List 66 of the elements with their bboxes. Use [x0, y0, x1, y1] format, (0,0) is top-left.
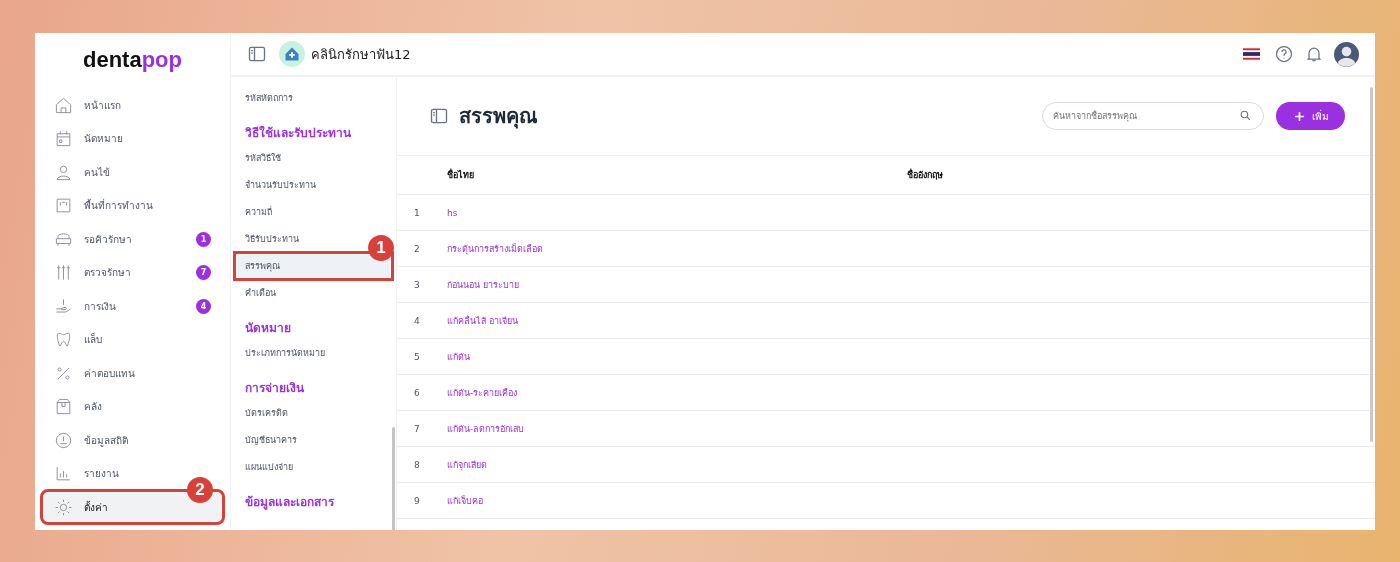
clinic-house-icon	[279, 41, 305, 67]
settings-menu-item[interactable]: คำเตือน	[237, 282, 284, 304]
section-heading: ข้อมูลและเอกสาร	[244, 494, 336, 512]
scrollbar[interactable]	[1370, 87, 1373, 442]
sidebar-item[interactable]: พื้นที่การทำงาน	[44, 191, 163, 220]
table-cell[interactable]: แก้ดัน-ระคายเคือง	[447, 385, 518, 400]
sidebar-item[interactable]: แล็บ	[44, 325, 112, 354]
table-cell[interactable]: แก้ดัน-ลดการอักเสบ	[447, 421, 525, 436]
section-heading: วิธีใช้และรับประทาน	[244, 124, 352, 142]
settings-menu-item[interactable]: บัตรเครดิต	[237, 402, 296, 424]
table-cell[interactable]: แก้คลื่นไส้ อาเจียน	[447, 313, 518, 328]
table-cell[interactable]: แก้จุกเสียด	[447, 457, 487, 472]
step-marker: 1	[368, 235, 394, 261]
sidebar-item[interactable]: คนไข้	[44, 158, 120, 186]
add-button[interactable]: เพิ่ม	[1276, 102, 1345, 130]
plus-icon	[1294, 110, 1305, 122]
row-number: 9	[413, 495, 421, 506]
settings-menu-item[interactable]: รหัสหัตถการ	[237, 87, 301, 109]
count-badge: 7	[196, 265, 211, 280]
help-icon[interactable]	[1274, 44, 1294, 64]
column-header: ชื่อไทย	[447, 168, 475, 182]
row-number: 2	[413, 243, 421, 254]
sidebar-item[interactable]: รายงาน	[44, 459, 129, 488]
table-cell[interactable]: แก้เจ็บคอ	[447, 493, 483, 508]
table-cell[interactable]: แก้ดัน	[447, 349, 470, 364]
count-badge: 1	[196, 231, 211, 247]
settings-menu-item[interactable]: ประเภทการนัดหมาย	[237, 342, 333, 364]
avatar-icon[interactable]	[1334, 41, 1359, 67]
sidebar-toggle-icon[interactable]	[247, 44, 267, 64]
sidebar-item[interactable]: คลัง	[44, 392, 112, 421]
section-heading: การจ่ายเงิน	[244, 380, 305, 397]
logo: dentapop	[82, 46, 183, 74]
row-number: 3	[413, 279, 421, 290]
sidebar-item[interactable]: ข้อมูลสถิติ	[44, 426, 138, 454]
settings-menu-item[interactable]: บัญชีธนาคาร	[237, 429, 305, 451]
row-number: 1	[413, 207, 421, 218]
sidebar-item[interactable]: นัดหมาย	[44, 124, 133, 153]
row-number: 8	[413, 459, 421, 470]
table-cell[interactable]: กระตุ้นการสร้างเม็ดเลือด	[447, 241, 543, 256]
settings-menu-item[interactable]: จำนวนรับประทาน	[237, 174, 324, 196]
sidebar-item[interactable]: รอคิวรักษา 1	[44, 225, 221, 253]
panel-icon	[429, 106, 449, 126]
settings-menu-item[interactable]: วิธีรับประทาน	[237, 228, 307, 250]
page-title: สรรพคุณ	[459, 103, 538, 131]
settings-menu-item[interactable]: ความถี่	[237, 201, 280, 223]
clinic-name[interactable]: คลินิกรักษาฟัน12	[311, 43, 411, 65]
section-heading: นัดหมาย	[244, 320, 292, 337]
table-cell[interactable]: ก่อนนอน ยาระบาย	[447, 277, 519, 292]
search-field[interactable]: ค้นหาจากชื่อสรรพคุณ	[1042, 102, 1264, 130]
row-number: 7	[413, 423, 421, 434]
sidebar-item[interactable]: ตรวจรักษา 7	[44, 258, 221, 287]
row-number: 6	[413, 387, 421, 398]
settings-menu-item[interactable]: รหัสวิธีใช้	[237, 147, 289, 169]
table-cell[interactable]: hs	[447, 207, 458, 218]
step-marker: 2	[187, 477, 213, 503]
search-icon	[1239, 109, 1252, 122]
flag-icon[interactable]	[1243, 48, 1260, 60]
count-badge: 4	[196, 298, 211, 314]
settings-menu-item[interactable]: แผนแบ่งจ่าย	[237, 456, 301, 478]
sidebar-item[interactable]: ค่าตอบแทน	[44, 359, 145, 387]
row-number: 5	[413, 351, 421, 362]
scrollbar[interactable]	[392, 427, 395, 530]
row-number: 4	[413, 315, 421, 326]
sidebar-item[interactable]: การเงิน 4	[44, 292, 221, 320]
sidebar-item[interactable]: หน้าแรก	[44, 91, 131, 119]
column-header: ชื่ออังกฤษ	[907, 168, 943, 182]
